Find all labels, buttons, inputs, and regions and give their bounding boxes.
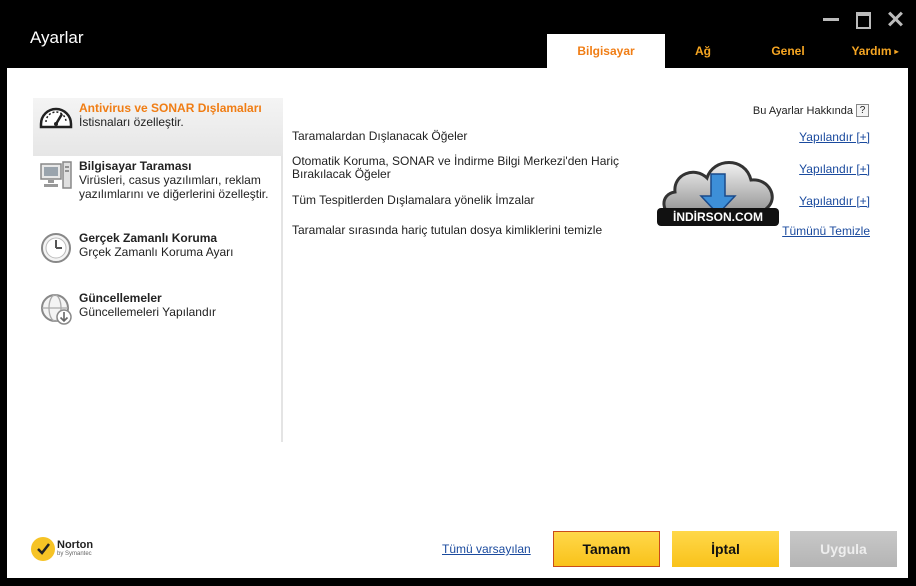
norton-sub: by Symantec bbox=[57, 551, 92, 557]
help-icon[interactable]: ? bbox=[856, 104, 869, 117]
computer-icon bbox=[33, 156, 79, 226]
sidebar-item-desc: Grçek Zamanlı Koruma Ayarı bbox=[79, 245, 234, 259]
tab-genel[interactable]: Genel bbox=[741, 34, 835, 68]
sidebar-item-antivirus[interactable]: Antivirus ve SONAR Dışlamaları İstisnala… bbox=[33, 98, 283, 156]
sidebar-item-desc: Güncellemeleri Yapılandır bbox=[79, 305, 216, 319]
configure-autoprotect-exclusions-link[interactable]: Yapılandır [+] bbox=[799, 162, 870, 176]
row-label-signature-exclusions: Tüm Tespitlerden Dışlamalara yönelik İmz… bbox=[292, 193, 535, 207]
window-title: Ayarlar bbox=[30, 28, 84, 47]
content-area: Antivirus ve SONAR Dışlamaları İstisnala… bbox=[7, 68, 908, 578]
sidebar: Antivirus ve SONAR Dışlamaları İstisnala… bbox=[33, 98, 283, 442]
minimize-icon[interactable] bbox=[822, 10, 840, 28]
apply-button[interactable]: Uygula bbox=[790, 531, 897, 567]
indirson-watermark: İNDİRSON.COM bbox=[655, 146, 781, 236]
settings-window: Ayarlar Bilgisayar Ağ Genel Yardım ▸ Ant… bbox=[0, 0, 916, 586]
sidebar-item-title: Bilgisayar Taraması bbox=[79, 159, 192, 173]
tab-yardim[interactable]: Yardım ▸ bbox=[835, 34, 915, 68]
row-label-autoprotect-exclusions: Otomatik Koruma, SONAR ve İndirme Bilgi … bbox=[292, 154, 620, 181]
close-icon[interactable] bbox=[886, 10, 904, 28]
about-settings: Bu Ayarlar Hakkında ? bbox=[753, 104, 869, 117]
tab-ag[interactable]: Ağ bbox=[665, 34, 741, 68]
sidebar-item-desc: İstisnaları özelleştir. bbox=[79, 115, 184, 129]
settings-panel: Bu Ayarlar Hakkında ? Taramalardan Dışla… bbox=[283, 98, 893, 442]
configure-signature-exclusions-link[interactable]: Yapılandır [+] bbox=[799, 194, 870, 208]
sidebar-item-computer-scan[interactable]: Bilgisayar Taraması Virüsleri, casus yaz… bbox=[33, 156, 283, 226]
sidebar-item-title: Gerçek Zamanlı Koruma bbox=[79, 231, 218, 245]
sidebar-item-title: Güncellemeler bbox=[79, 291, 162, 305]
norton-logo: Norton by Symantec bbox=[31, 537, 93, 561]
menu-arrow-icon: ▸ bbox=[894, 46, 899, 56]
window-controls bbox=[822, 10, 904, 29]
sidebar-item-title: Antivirus ve SONAR Dışlamaları bbox=[79, 101, 262, 115]
checkmark-icon bbox=[31, 537, 55, 561]
clock-icon bbox=[33, 228, 79, 274]
norton-name: Norton bbox=[57, 539, 94, 551]
watermark-text: İNDİRSON.COM bbox=[673, 209, 763, 224]
row-label-scan-exclusions: Taramalardan Dışlanacak Öğeler bbox=[292, 129, 468, 143]
row-label-clear-file-ids: Taramalar sırasında hariç tutulan dosya … bbox=[292, 223, 603, 237]
sidebar-item-realtime[interactable]: Gerçek Zamanlı Koruma Grçek Zamanlı Koru… bbox=[33, 228, 283, 274]
tab-bilgisayar[interactable]: Bilgisayar bbox=[547, 34, 665, 68]
sidebar-item-desc: Virüsleri, casus yazılımları, reklam yaz… bbox=[79, 173, 269, 201]
sidebar-item-updates[interactable]: Güncellemeler Güncellemeleri Yapılandır bbox=[33, 288, 283, 334]
about-settings-label: Bu Ayarlar Hakkında bbox=[752, 104, 853, 117]
configure-scan-exclusions-link[interactable]: Yapılandır [+] bbox=[799, 130, 870, 144]
maximize-icon[interactable] bbox=[854, 10, 872, 29]
clear-all-link[interactable]: Tümünü Temizle bbox=[782, 224, 870, 238]
globe-update-icon bbox=[33, 288, 79, 334]
restore-defaults-link[interactable]: Tümü varsayılan bbox=[442, 542, 531, 556]
gauge-icon bbox=[33, 98, 79, 156]
ok-button[interactable]: Tamam bbox=[553, 531, 660, 567]
tab-bar: Bilgisayar Ağ Genel Yardım ▸ bbox=[547, 34, 915, 68]
cancel-button[interactable]: İptal bbox=[672, 531, 779, 567]
